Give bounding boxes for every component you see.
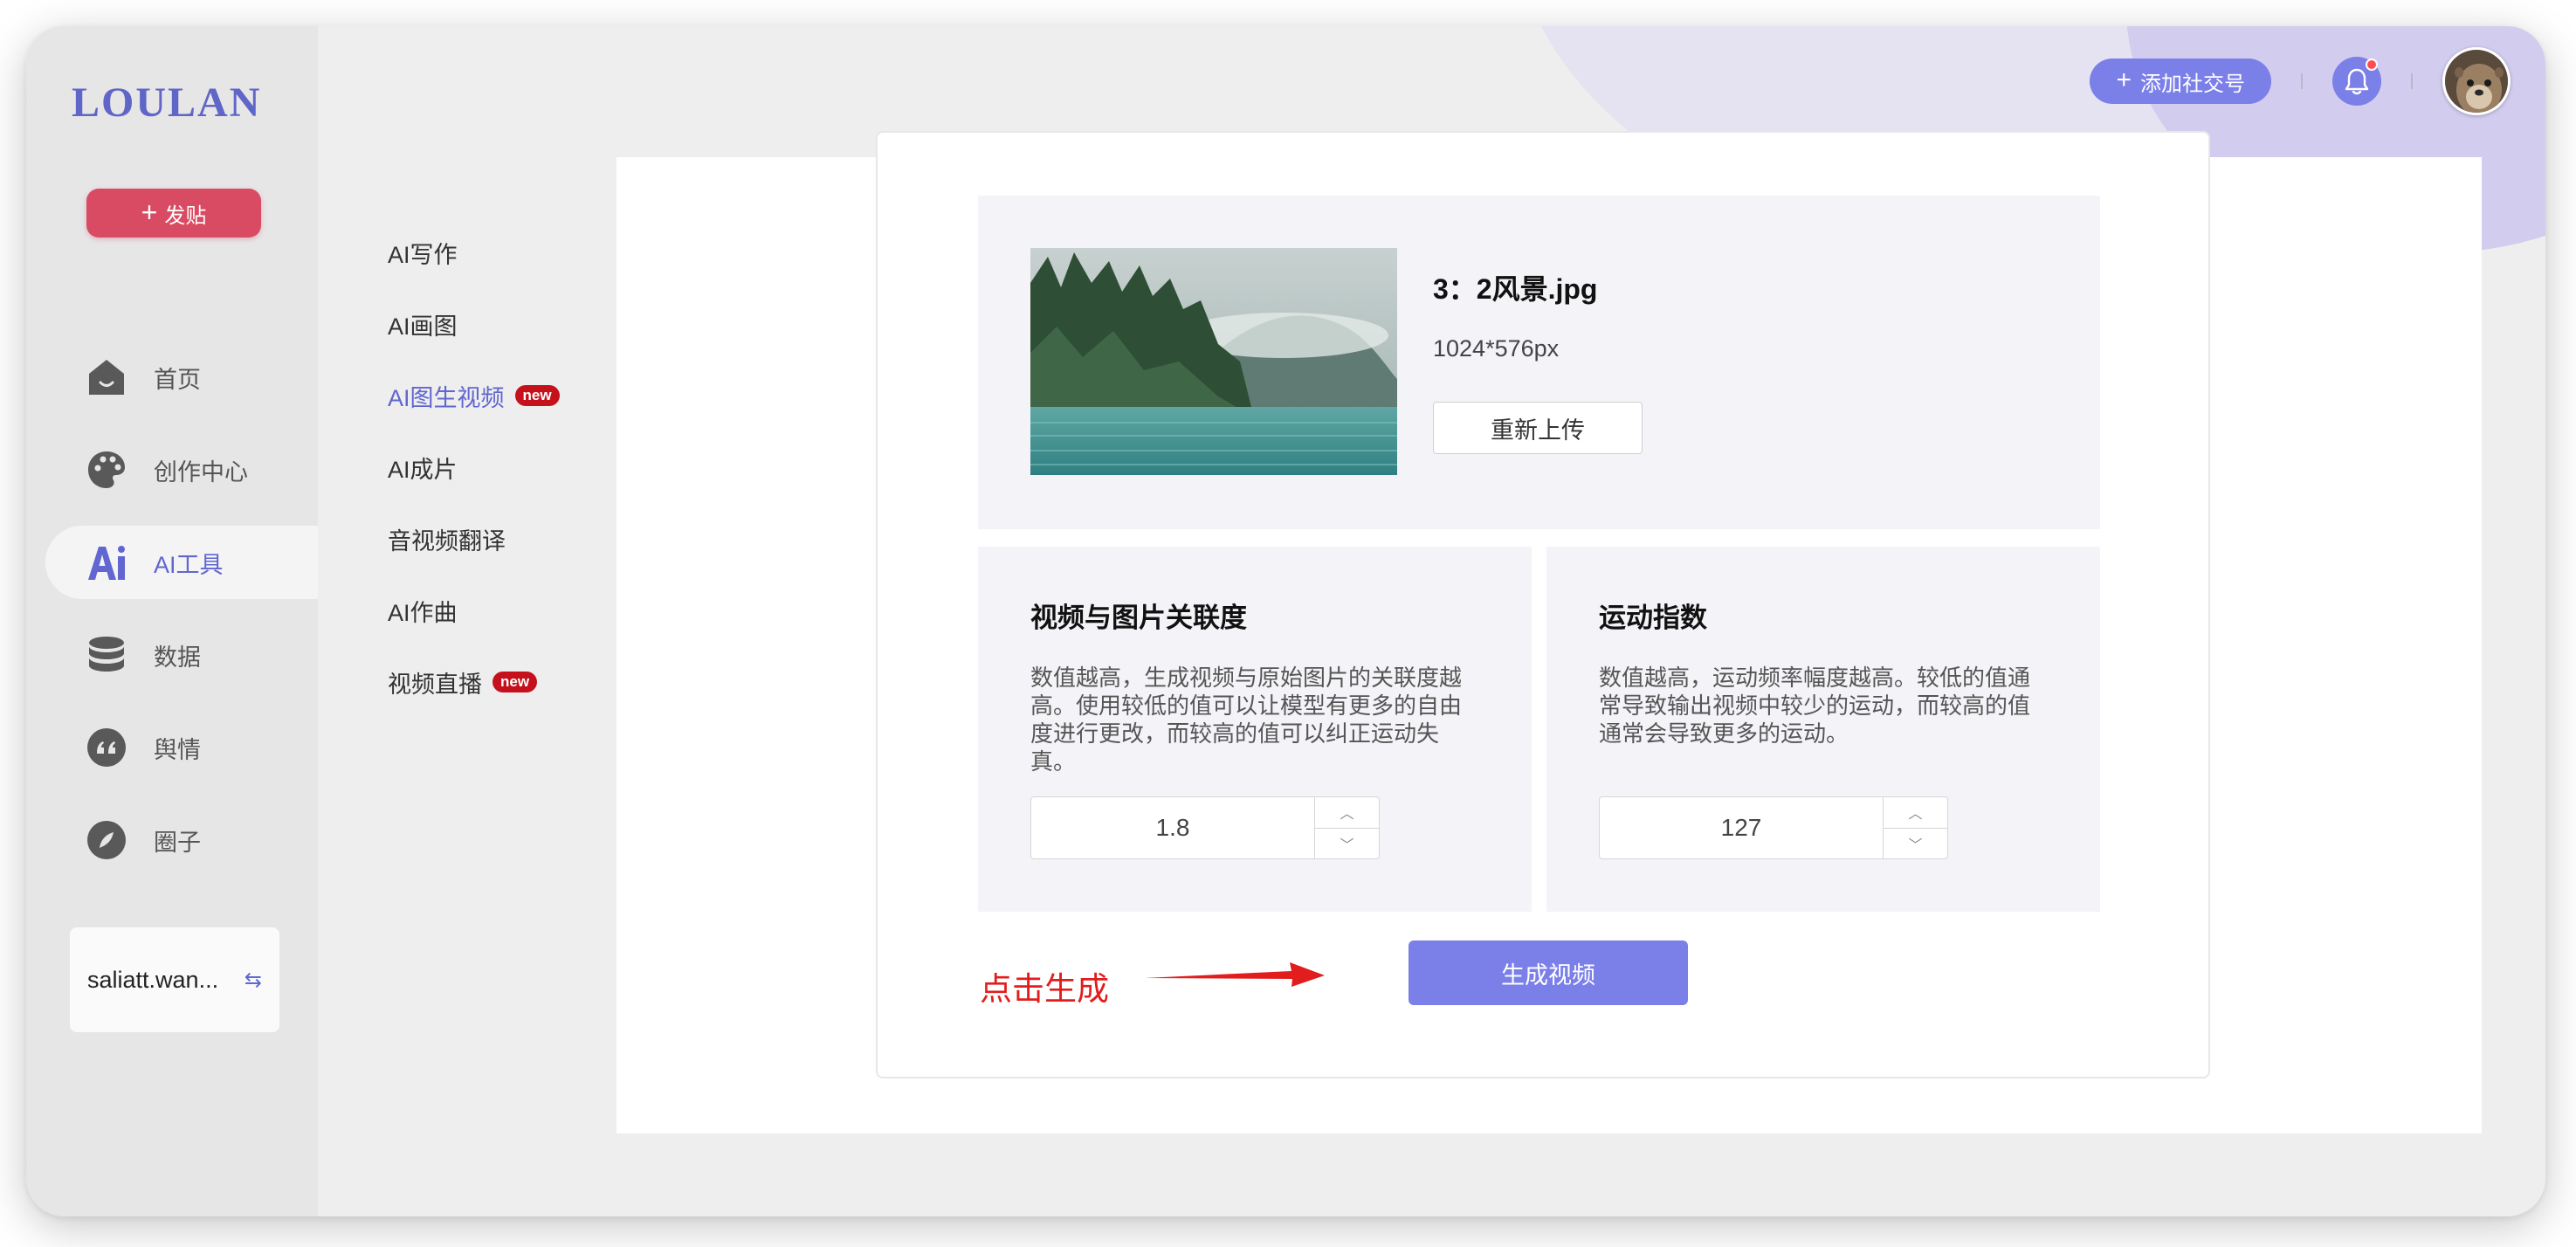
header-divider xyxy=(2301,73,2303,89)
header-divider xyxy=(2411,73,2413,89)
bell-icon xyxy=(2345,68,2369,95)
account-name: saliatt.wan... xyxy=(87,966,219,993)
post-button[interactable]: + 发贴 xyxy=(86,189,261,238)
notification-button[interactable] xyxy=(2332,57,2381,106)
submenu-item-label: 音视频翻译 xyxy=(388,527,506,555)
submenu-item-ai-writing[interactable]: AI写作 xyxy=(388,217,560,288)
relevance-panel: 视频与图片关联度 数值越高，生成视频与原始图片的关联度越高。使用较低的值可以让模… xyxy=(978,547,1532,912)
generate-video-button[interactable]: 生成视频 xyxy=(1409,940,1688,1005)
arrow-icon xyxy=(1145,962,1325,987)
reupload-button[interactable]: 重新上传 xyxy=(1433,402,1643,454)
quote-icon xyxy=(86,727,127,768)
compass-icon xyxy=(86,819,127,861)
sidebar-item-label: 数据 xyxy=(154,644,201,671)
submenu-item-label: AI成片 xyxy=(388,456,458,483)
main-content: 3：2风景.jpg 1024*576px 重新上传 视频与图片关联度 数值越高，… xyxy=(616,131,2482,1135)
ai-tools-submenu: AI写作 AI画图 AI图生视频 new AI成片 音视频翻译 AI作曲 视频直… xyxy=(388,217,560,718)
plus-icon: + xyxy=(141,196,158,228)
submenu-item-label: 视频直播 xyxy=(388,671,482,698)
chevron-up-icon: ︿ xyxy=(1340,807,1354,823)
post-button-label: 发贴 xyxy=(164,203,207,228)
new-badge: new xyxy=(514,385,560,406)
image-dimensions: 1024*576px xyxy=(1433,335,1560,362)
uploaded-image-thumbnail xyxy=(1030,248,1397,475)
submenu-item-label: AI作曲 xyxy=(388,599,458,626)
notification-dot xyxy=(2366,59,2378,71)
submenu-item-ai-compose[interactable]: AI作曲 xyxy=(388,575,560,646)
sidebar-item-label: 创作中心 xyxy=(154,458,248,486)
bottom-area xyxy=(318,1133,2545,1216)
relevance-description: 数值越高，生成视频与原始图片的关联度越高。使用较低的值可以让模型有更多的自由度进… xyxy=(1030,665,1463,775)
chevron-up-icon: ︿ xyxy=(1908,807,1923,823)
increment-button[interactable]: ︿ xyxy=(1315,797,1379,828)
sidebar-item-label: AI工具 xyxy=(154,551,224,578)
home-icon xyxy=(86,356,127,398)
logo: LOULAN xyxy=(72,79,262,126)
submenu-item-ai-drawing[interactable]: AI画图 xyxy=(388,288,560,360)
sidebar-item-ai-tools[interactable]: AI工具 xyxy=(45,526,318,599)
motion-panel: 运动指数 数值越高，运动频率幅度越高。较低的值通常导致输出视频中较少的运动，而较… xyxy=(1546,547,2100,912)
submenu-item-live-stream[interactable]: 视频直播 new xyxy=(388,646,560,718)
add-social-account-button[interactable]: + 添加社交号 xyxy=(2090,59,2271,104)
palette-icon xyxy=(86,449,127,491)
motion-description: 数值越高，运动频率幅度越高。较低的值通常导致输出视频中较少的运动，而较高的值通常… xyxy=(1599,665,2031,747)
stepper-controls: ︿ ﹀ xyxy=(1314,797,1379,858)
sidebar-item-creation[interactable]: 创作中心 xyxy=(26,433,318,506)
submenu-item-label: AI写作 xyxy=(388,241,458,268)
avatar[interactable] xyxy=(2442,47,2511,115)
click-to-generate-hint: 点击生成 xyxy=(980,971,1109,1007)
avatar-image xyxy=(2445,50,2508,113)
file-name: 3：2风景.jpg xyxy=(1433,273,1598,305)
sidebar-nav: 首页 创作中心 AI工具 数据 舆情 圈子 xyxy=(26,341,318,896)
content-edge xyxy=(2473,157,2478,1161)
motion-stepper[interactable]: 127 ︿ ﹀ xyxy=(1599,796,1948,859)
header-actions: + 添加社交号 xyxy=(2090,45,2511,117)
decrement-button[interactable]: ﹀ xyxy=(1884,827,1947,859)
database-icon xyxy=(86,634,127,676)
motion-input[interactable]: 127 xyxy=(1600,797,1883,858)
increment-button[interactable]: ︿ xyxy=(1884,797,1947,828)
sidebar-item-sentiment[interactable]: 舆情 xyxy=(26,711,318,784)
submenu-item-image-to-video[interactable]: AI图生视频 new xyxy=(388,360,560,431)
submenu-item-label: AI画图 xyxy=(388,313,458,340)
sidebar-item-data[interactable]: 数据 xyxy=(26,618,318,692)
plus-icon: + xyxy=(2116,65,2132,94)
uploaded-image-panel: 3：2风景.jpg 1024*576px 重新上传 xyxy=(978,196,2100,529)
image-to-video-form: 3：2风景.jpg 1024*576px 重新上传 视频与图片关联度 数值越高，… xyxy=(876,131,2210,1078)
account-switcher[interactable]: saliatt.wan... ⇆ xyxy=(70,927,279,1032)
sidebar-item-label: 圈子 xyxy=(154,829,201,856)
relevance-input[interactable]: 1.8 xyxy=(1031,797,1314,858)
sidebar-item-label: 舆情 xyxy=(154,736,201,763)
motion-title: 运动指数 xyxy=(1599,603,1707,633)
app-window: LOULAN + 发贴 首页 创作中心 AI工具 数据 舆情 圈子 saliat… xyxy=(26,26,2545,1216)
sidebar: LOULAN + 发贴 首页 创作中心 AI工具 数据 舆情 圈子 saliat… xyxy=(26,26,318,1216)
landscape-image xyxy=(1030,248,1397,475)
sidebar-item-label: 首页 xyxy=(154,366,201,393)
sidebar-item-circle[interactable]: 圈子 xyxy=(26,803,318,877)
submenu-item-av-translation[interactable]: 音视频翻译 xyxy=(388,503,560,575)
add-social-account-label: 添加社交号 xyxy=(2140,72,2245,96)
sidebar-item-home[interactable]: 首页 xyxy=(26,341,318,414)
submenu-item-ai-film[interactable]: AI成片 xyxy=(388,431,560,503)
decrement-button[interactable]: ﹀ xyxy=(1315,827,1379,859)
submenu-item-label: AI图生视频 xyxy=(388,384,505,411)
switch-account-icon[interactable]: ⇆ xyxy=(245,968,262,993)
relevance-stepper[interactable]: 1.8 ︿ ﹀ xyxy=(1030,796,1380,859)
chevron-down-icon: ﹀ xyxy=(1340,837,1354,853)
stepper-controls: ︿ ﹀ xyxy=(1883,797,1947,858)
new-badge: new xyxy=(492,672,538,692)
ai-icon xyxy=(86,541,127,583)
chevron-down-icon: ﹀ xyxy=(1908,837,1923,853)
relevance-title: 视频与图片关联度 xyxy=(1030,603,1247,633)
